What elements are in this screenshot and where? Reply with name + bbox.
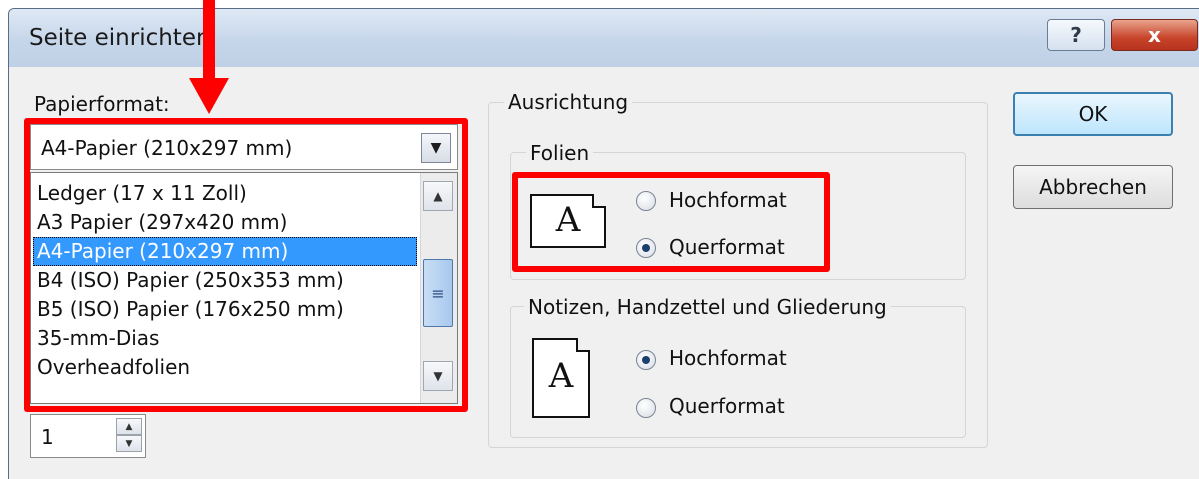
spin-up-icon[interactable]: ▲ [116, 418, 142, 435]
notes-landscape-label[interactable]: Querformat [669, 394, 785, 418]
notes-label: Notizen, Handzettel und Gliederung [524, 295, 891, 319]
paper-format-label: Papierformat: [34, 92, 170, 116]
portrait-page-icon: A [532, 338, 590, 418]
highlight-box-paper [24, 118, 468, 412]
close-button[interactable]: x [1111, 19, 1198, 51]
notes-landscape-radio[interactable] [636, 398, 656, 418]
red-arrow-icon [203, 0, 215, 82]
cancel-button[interactable]: Abbrechen [1013, 165, 1173, 209]
highlight-box-slides [512, 172, 830, 272]
red-arrow-head-icon [189, 78, 229, 114]
title-bar: Seite einrichten ? x [9, 9, 1199, 67]
spin-down-icon[interactable]: ▼ [116, 435, 142, 452]
notes-portrait-radio[interactable] [636, 350, 656, 370]
slide-number-spinner[interactable]: 1 ▲ ▼ [30, 414, 146, 458]
help-button[interactable]: ? [1047, 19, 1105, 51]
ok-button[interactable]: OK [1013, 92, 1173, 136]
notes-portrait-label[interactable]: Hochformat [669, 346, 787, 370]
dialog-title: Seite einrichten [29, 25, 211, 51]
spinner-value: 1 [41, 425, 54, 449]
orientation-title: Ausrichtung [504, 90, 633, 114]
slides-label: Folien [526, 141, 594, 165]
